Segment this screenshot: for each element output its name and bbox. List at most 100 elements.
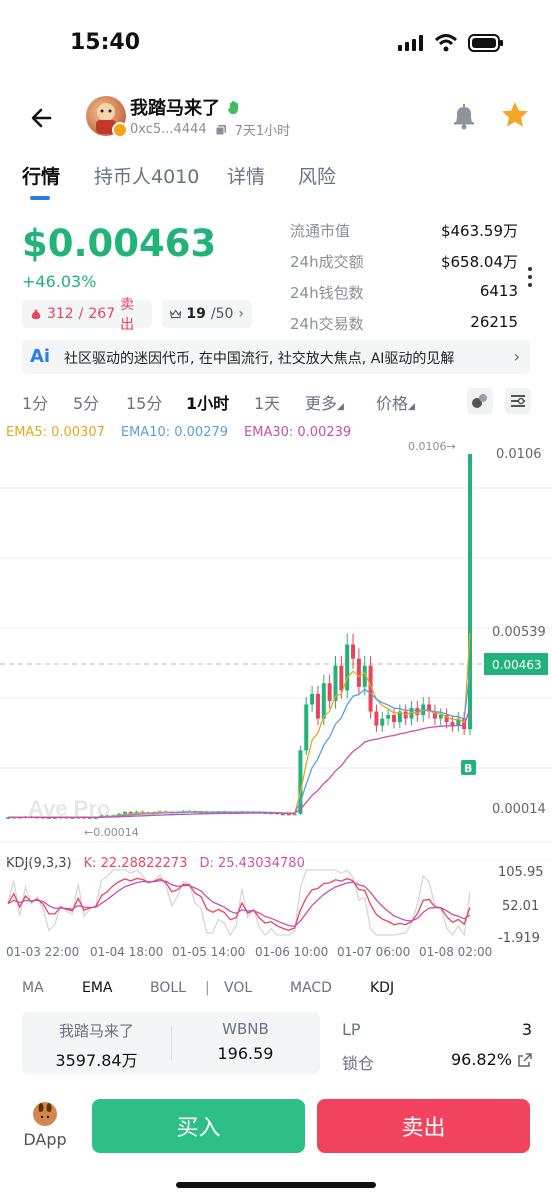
pancake-bunny-icon <box>33 1102 57 1126</box>
lock-value[interactable]: 96.82% <box>451 1050 532 1069</box>
tab-underline <box>30 196 50 200</box>
candle <box>310 693 315 705</box>
low-marker: ←0.00014 <box>84 826 139 839</box>
indicator-ema[interactable]: EMA <box>82 980 113 996</box>
pool-token: 我踏马来了 3597.84万 <box>22 1020 171 1071</box>
kdj-tick-mid: 52.01 <box>502 899 539 914</box>
tab-market[interactable]: 行情 <box>22 162 60 189</box>
price-toggle[interactable]: 价格◢ <box>376 390 415 414</box>
indicator-vol[interactable]: VOL <box>224 980 252 996</box>
candle <box>304 704 309 751</box>
indicator-boll[interactable]: BOLL <box>150 980 186 996</box>
stat-value: $463.59万 <box>440 222 518 240</box>
candle <box>280 813 285 816</box>
dots-icon <box>472 394 487 408</box>
ema5-line <box>7 633 471 819</box>
battery-icon <box>468 34 503 52</box>
pool-base-label: WBNB <box>222 1020 269 1038</box>
price-change: +46.03% <box>22 272 97 291</box>
stats-panel: 流通市值 $463.59万 24h成交额 $658.04万 24h钱包数 641… <box>290 220 518 344</box>
chevron-right-icon: › <box>238 306 244 322</box>
indicator-kdj[interactable]: KDJ <box>370 980 394 996</box>
candle <box>450 722 455 726</box>
status-icons <box>398 34 504 52</box>
tab-details[interactable]: 详情 <box>227 162 265 189</box>
signal-icon <box>398 35 423 51</box>
kdj-chart[interactable]: 105.95 52.01 -1.919 <box>0 860 552 945</box>
copy-icon[interactable] <box>215 124 227 136</box>
sell-button[interactable]: 卖出 <box>317 1099 530 1153</box>
dapp-button[interactable]: DApp <box>20 1102 70 1149</box>
token-header: 我踏马来了 0xc5...4444 7天1小时 <box>0 90 552 150</box>
y-tick-low: 0.00014 <box>492 802 546 817</box>
kdj-lines <box>7 869 471 937</box>
lock-label: 锁仓 <box>342 1054 375 1073</box>
pool-token-amount: 3597.84万 <box>55 1051 138 1070</box>
pool-token-label: 我踏马来了 <box>58 1022 134 1040</box>
candle <box>351 644 356 659</box>
kdj-j-line <box>7 869 471 937</box>
indicator-macd[interactable]: MACD <box>290 980 332 996</box>
lock-row: 锁仓 96.82% <box>342 1050 532 1080</box>
candle <box>468 454 472 730</box>
buy-sell-pill[interactable]: 312 / 267 卖出 <box>22 297 152 333</box>
ai-summary-bar[interactable]: Ai 社区驱动的迷因代币, 在中国流行, 社交放大焦点, AI驱动的见解 › <box>22 340 530 374</box>
more-vertical-icon[interactable] <box>528 266 532 288</box>
external-link-icon[interactable] <box>518 1052 532 1067</box>
interval-1m[interactable]: 1分 <box>22 390 48 414</box>
interval-1d[interactable]: 1天 <box>254 390 280 414</box>
rank-pill[interactable]: 19 /50 › <box>162 300 252 328</box>
stat-label: 流通市值 <box>290 222 351 240</box>
current-price: $0.00463 <box>22 222 217 265</box>
y-tick-mid: 0.00539 <box>492 625 546 640</box>
hand-icon <box>228 101 238 114</box>
ema30-label: EMA30: 0.00239 <box>244 425 352 440</box>
interval-1h[interactable]: 1小时 <box>186 390 229 414</box>
wifi-icon <box>434 34 458 52</box>
token-name-text: 我踏马来了 <box>130 98 220 119</box>
stat-row: 流通市值 $463.59万 <box>290 220 518 251</box>
interval-15m[interactable]: 15分 <box>126 390 162 414</box>
tab-risk[interactable]: 风险 <box>298 162 336 189</box>
star-icon[interactable] <box>500 100 530 130</box>
candle <box>315 693 320 719</box>
candle <box>380 718 385 726</box>
buy-count: 312 <box>46 306 74 322</box>
x-label: 01-07 06:00 <box>337 945 411 959</box>
chart-settings-button[interactable] <box>505 388 531 414</box>
status-time: 15:40 <box>70 30 141 55</box>
candle <box>386 715 391 719</box>
pool-base-amount: 196.59 <box>217 1044 274 1063</box>
back-arrow-icon[interactable] <box>26 102 58 134</box>
x-label: 01-06 10:00 <box>255 945 329 959</box>
token-name: 我踏马来了 <box>130 94 242 120</box>
token-meta: 0xc5...4444 7天1小时 <box>130 120 290 139</box>
rank-total: /50 <box>210 306 234 322</box>
slash: / <box>78 306 84 322</box>
dapp-label: DApp <box>23 1130 67 1149</box>
interval-5m[interactable]: 5分 <box>73 390 99 414</box>
lp-label: LP <box>342 1020 361 1039</box>
caret-down-icon: ◢ <box>408 402 415 412</box>
liquidity-pool: 我踏马来了 3597.84万 WBNB 196.59 <box>22 1012 320 1074</box>
tab-holders[interactable]: 持币人4010 <box>94 162 199 189</box>
price-chart[interactable]: Ave Pro 0.0106→ ←0.00014 0.0106 0.00539 … <box>0 440 552 845</box>
indicator-tabs: MA EMA BOLL | VOL MACD KDJ <box>0 980 552 1004</box>
indicator-ma[interactable]: MA <box>22 980 44 996</box>
divider: | <box>205 980 210 996</box>
contract-address: 0xc5...4444 <box>130 122 207 137</box>
bell-icon[interactable] <box>448 100 480 132</box>
indicator-toggle-button[interactable] <box>467 388 493 414</box>
kdj-tick-low: -1.919 <box>498 931 540 945</box>
buy-button[interactable]: 买入 <box>92 1099 305 1153</box>
ema10-label: EMA10: 0.00279 <box>120 425 229 440</box>
rank-value: 19 <box>186 306 206 322</box>
money-bag-icon <box>31 309 41 320</box>
chevron-right-icon: › <box>513 347 520 366</box>
pool-base: WBNB 196.59 <box>171 1020 320 1063</box>
stat-label: 24h钱包数 <box>290 284 364 302</box>
lock-value-text: 96.82% <box>450 1050 512 1069</box>
x-label: 01-05 14:00 <box>172 945 246 959</box>
candle <box>321 683 326 719</box>
interval-more[interactable]: 更多◢ <box>305 390 344 414</box>
